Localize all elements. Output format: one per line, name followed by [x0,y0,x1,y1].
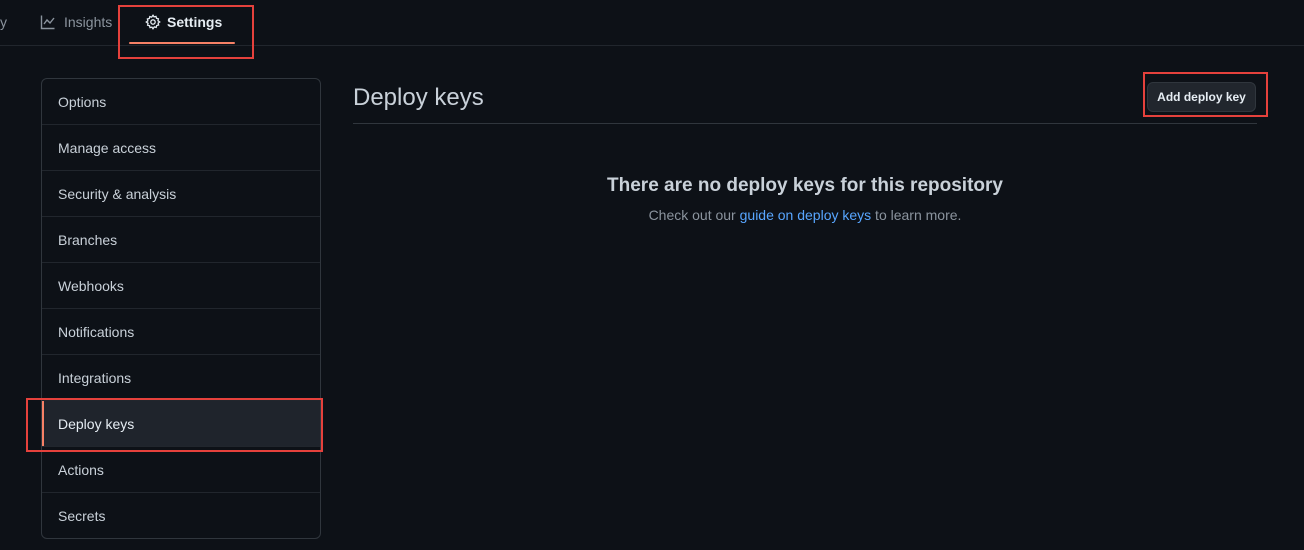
active-tab-underline [129,42,235,44]
blankslate-description: Check out our guide on deploy keys to le… [353,207,1257,223]
sidebar-item-integrations[interactable]: Integrations [42,355,320,401]
blankslate-text-before: Check out our [648,207,740,223]
gear-icon [145,14,161,30]
sidebar-item-label: Options [58,93,107,110]
sidebar-item-label: Notifications [58,323,135,340]
repo-nav: y Insights Settings [0,0,1304,46]
sidebar-item-label: Webhooks [58,277,124,294]
sidebar-item-manage-access[interactable]: Manage access [42,125,320,171]
add-deploy-key-button[interactable]: Add deploy key [1147,82,1256,112]
guide-link[interactable]: guide on deploy keys [740,207,872,223]
tab-settings[interactable]: Settings [129,0,235,44]
sidebar-item-label: Manage access [58,139,157,156]
sidebar-item-notifications[interactable]: Notifications [42,309,320,355]
blankslate-heading: There are no deploy keys for this reposi… [607,175,1003,196]
sidebar-item-branches[interactable]: Branches [42,217,320,263]
sidebar-item-actions[interactable]: Actions [42,447,320,493]
sidebar-item-deploy-keys[interactable]: Deploy keys [42,401,320,447]
tab-insights[interactable]: Insights [40,0,112,44]
page-header: Deploy keys [353,78,1257,124]
tab-label: Insights [64,14,113,30]
blankslate: There are no deploy keys for this reposi… [353,175,1257,223]
page-title: Deploy keys [353,84,484,111]
sidebar-item-label: Integrations [58,369,132,386]
sidebar-item-options[interactable]: Options [42,79,320,125]
sidebar-item-label: Secrets [58,508,106,524]
sidebar-item-security-analysis[interactable]: Security & analysis [42,171,320,217]
tab-security-partial[interactable]: y [0,0,7,44]
tab-label: Settings [167,14,223,30]
sidebar-item-label: Actions [58,461,104,478]
graph-icon [40,14,56,30]
tab-label: y [0,14,7,30]
blankslate-text-after: to learn more. [871,207,962,223]
sidebar-item-webhooks[interactable]: Webhooks [42,263,320,309]
sidebar-item-label: Branches [58,231,118,248]
settings-sidebar: Options Manage access Security & analysi… [41,78,321,539]
sidebar-item-label: Deploy keys [58,415,135,432]
sidebar-item-label: Security & analysis [58,185,177,202]
sidebar-item-secrets[interactable]: Secrets [42,493,320,538]
